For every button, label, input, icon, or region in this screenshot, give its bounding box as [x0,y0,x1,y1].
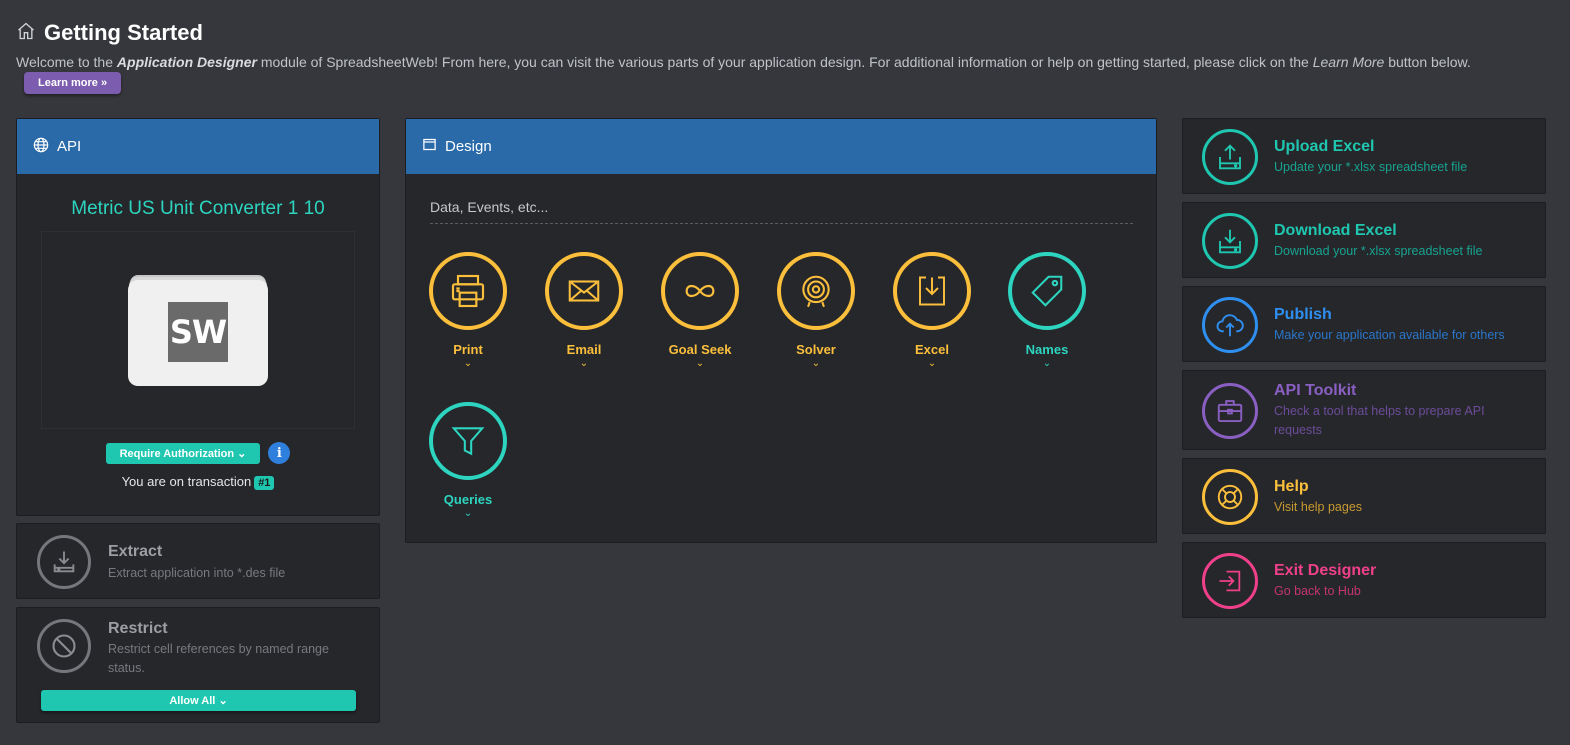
home-icon [16,21,36,46]
chevron-down-icon: ⌄ [463,358,473,369]
design-item-solver[interactable]: Solver ⌄ [776,252,856,369]
design-item-label: Excel [915,342,949,357]
printer-icon [429,252,507,330]
window-icon [422,137,437,156]
chevron-down-icon: ⌄ [463,508,473,519]
publish-card[interactable]: Publish Make your application available … [1182,286,1546,362]
extract-icon [37,535,91,589]
ban-icon [37,619,91,673]
chevron-down-icon: ⌄ [927,358,937,369]
action-title: Publish [1274,306,1332,323]
design-item-excel[interactable]: Excel ⌄ [892,252,972,369]
extract-title: Extract [108,543,163,560]
design-item-print[interactable]: Print ⌄ [428,252,508,369]
design-panel-header: Design [406,119,1156,174]
chevron-down-icon: ⌄ [1042,358,1052,369]
page-title: Getting Started [44,20,203,45]
action-title: Upload Excel [1274,138,1375,155]
design-search-input[interactable]: Data, Events, etc... [430,199,1133,224]
download-icon [893,252,971,330]
extract-subtitle: Extract application into *.des file [108,566,286,580]
upload-excel-card[interactable]: Upload Excel Update your *.xlsx spreadsh… [1182,118,1546,194]
restrict-subtitle: Restrict cell references by named range … [108,642,329,675]
api-panel: API Metric US Unit Converter 1 10 SW Req… [16,118,380,516]
transaction-badge: #1 [254,476,275,490]
action-title: API Toolkit [1274,382,1357,399]
restrict-title: Restrict [108,620,168,637]
action-subtitle: Visit help pages [1274,500,1363,514]
design-item-queries[interactable]: Queries ⌄ [428,402,508,519]
globe-icon [33,137,49,157]
action-subtitle: Check a tool that helps to prepare API r… [1274,404,1485,437]
app-image: SW [128,280,268,386]
sw-logo: SW [168,302,228,362]
design-item-label: Email [566,342,602,357]
action-title: Download Excel [1274,222,1397,239]
app-image-frame: SW [41,231,355,429]
api-panel-title: API [57,138,82,155]
design-item-label: Goal Seek [668,342,732,357]
design-item-email[interactable]: Email ⌄ [544,252,624,369]
design-item-goal-seek[interactable]: Goal Seek ⌄ [660,252,740,369]
api-panel-header: API [17,119,379,174]
require-authorization-dropdown[interactable]: Require Authorization ⌄ [105,442,261,464]
action-subtitle: Update your *.xlsx spreadsheet file [1274,160,1468,174]
extract-card[interactable]: Extract Extract application into *.des f… [16,523,380,599]
chevron-down-icon: ⌄ [237,447,247,460]
design-panel: Design Data, Events, etc... Print ⌄ Emai… [405,118,1157,543]
api-toolkit-card[interactable]: API Toolkit Check a tool that helps to p… [1182,370,1546,450]
design-item-label: Print [453,342,483,357]
action-subtitle: Make your application available for othe… [1274,328,1505,342]
upload-tray-icon [1202,129,1258,185]
allow-all-dropdown[interactable]: Allow All ⌄ [41,690,356,711]
design-item-names[interactable]: Names ⌄ [1007,252,1087,369]
design-item-label: Queries [443,492,493,507]
info-icon[interactable]: i [268,442,291,464]
tag-icon [1008,252,1086,330]
target-icon [777,252,855,330]
sign-in-icon [1202,553,1258,609]
chevron-down-icon: ⌄ [579,358,589,369]
app-name: Metric US Unit Converter 1 10 [71,198,325,219]
design-item-label: Names [1025,342,1069,357]
help-card[interactable]: Help Visit help pages [1182,458,1546,534]
infinity-icon [661,252,739,330]
action-title: Help [1274,478,1309,495]
intro-text: Welcome to the Application Designer modu… [16,54,1471,70]
design-panel-title: Design [445,138,492,155]
action-subtitle: Download your *.xlsx spreadsheet file [1274,244,1483,258]
action-title: Exit Designer [1274,562,1377,579]
page-header: Getting Started Welcome to the Applicati… [16,20,1550,94]
restrict-card: Restrict Restrict cell references by nam… [16,607,380,723]
lifebuoy-icon [1202,469,1258,525]
chevron-down-icon: ⌄ [811,358,821,369]
learn-more-button[interactable]: Learn more » [24,72,122,94]
envelope-icon [545,252,623,330]
chevron-down-icon: ⌄ [218,695,228,707]
download-tray-icon [1202,213,1258,269]
action-subtitle: Go back to Hub [1274,584,1361,598]
download-excel-card[interactable]: Download Excel Download your *.xlsx spre… [1182,202,1546,278]
cloud-upload-icon [1202,297,1258,353]
chevron-down-icon: ⌄ [695,358,705,369]
filter-icon [429,402,507,480]
toolbox-icon [1202,383,1258,439]
exit-designer-card[interactable]: Exit Designer Go back to Hub [1182,542,1546,618]
transaction-status: You are on transaction #1 [17,474,379,490]
design-item-label: Solver [796,342,836,357]
